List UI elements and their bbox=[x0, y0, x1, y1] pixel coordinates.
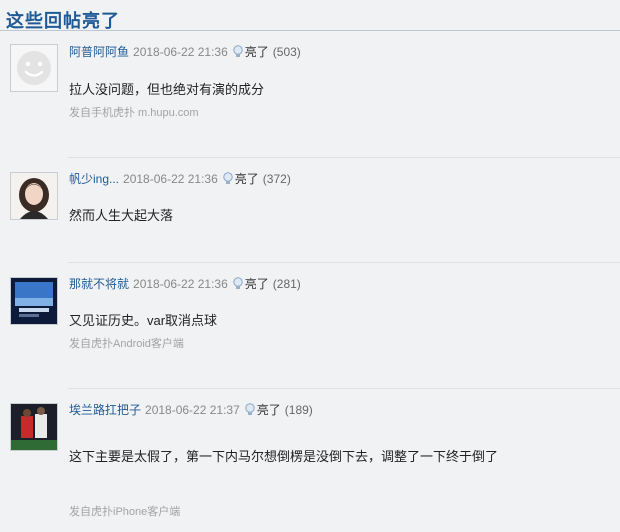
post-time: 2018-06-22 21:36 bbox=[133, 45, 228, 59]
username-link[interactable]: 埃兰路扛把子 bbox=[69, 403, 141, 417]
username-link[interactable]: 那就不将就 bbox=[69, 277, 129, 291]
light-count: (372) bbox=[262, 172, 291, 186]
section-header: 这些回帖亮了 bbox=[0, 0, 620, 31]
username-link[interactable]: 阿普阿阿鱼 bbox=[69, 45, 129, 59]
light-button[interactable]: 亮了 bbox=[245, 45, 269, 59]
default-face-icon bbox=[11, 45, 57, 91]
light-count: (281) bbox=[272, 277, 301, 291]
divider bbox=[68, 262, 620, 263]
post-time: 2018-06-22 21:36 bbox=[133, 277, 228, 291]
light-button[interactable]: 亮了 bbox=[257, 403, 281, 417]
post-content: 这下主要是太假了，第一下内马尔想倒楞是没倒下去，调整了一下终于倒了 bbox=[69, 449, 499, 464]
post-source[interactable]: 发自手机虎扑 m.hupu.com bbox=[69, 104, 199, 120]
post-meta: 阿普阿阿鱼 2018-06-22 21:36 亮了 (503) bbox=[69, 43, 301, 61]
light-count: (503) bbox=[272, 45, 301, 59]
divider bbox=[68, 157, 620, 158]
lightbulb-icon[interactable] bbox=[233, 45, 243, 61]
light-button[interactable]: 亮了 bbox=[245, 277, 269, 291]
section-title: 这些回帖亮了 bbox=[6, 11, 120, 31]
lightbulb-icon[interactable] bbox=[245, 403, 255, 419]
post-content: 拉人没问题，但也绝对有演的成分 bbox=[69, 82, 265, 97]
post-source[interactable]: 发自虎扑Android客户端 bbox=[69, 335, 184, 351]
football-photo-icon bbox=[11, 404, 57, 450]
light-count: (189) bbox=[284, 403, 313, 417]
post-time: 2018-06-22 21:36 bbox=[123, 172, 218, 186]
post-source[interactable]: 发自虎扑iPhone客户端 bbox=[69, 503, 180, 519]
post-meta: 帆少ing... 2018-06-22 21:36 亮了 (372) bbox=[69, 170, 291, 188]
post-content: 又见证历史。var取消点球 bbox=[69, 313, 218, 328]
blue-poster-icon bbox=[11, 278, 57, 324]
light-button[interactable]: 亮了 bbox=[235, 172, 259, 186]
avatar[interactable] bbox=[10, 403, 58, 451]
post-meta: 那就不将就 2018-06-22 21:36 亮了 (281) bbox=[69, 275, 301, 293]
post-meta: 埃兰路扛把子 2018-06-22 21:37 亮了 (189) bbox=[69, 401, 313, 419]
divider bbox=[68, 388, 620, 389]
lightbulb-icon[interactable] bbox=[233, 277, 243, 293]
post-content: 然而人生大起大落 bbox=[69, 208, 174, 223]
post-time: 2018-06-22 21:37 bbox=[145, 403, 240, 417]
lightbulb-icon[interactable] bbox=[223, 172, 233, 188]
girl-photo-icon bbox=[11, 173, 57, 219]
username-link[interactable]: 帆少ing... bbox=[69, 172, 119, 186]
avatar[interactable] bbox=[10, 172, 58, 220]
avatar[interactable] bbox=[10, 277, 58, 325]
avatar[interactable] bbox=[10, 44, 58, 92]
